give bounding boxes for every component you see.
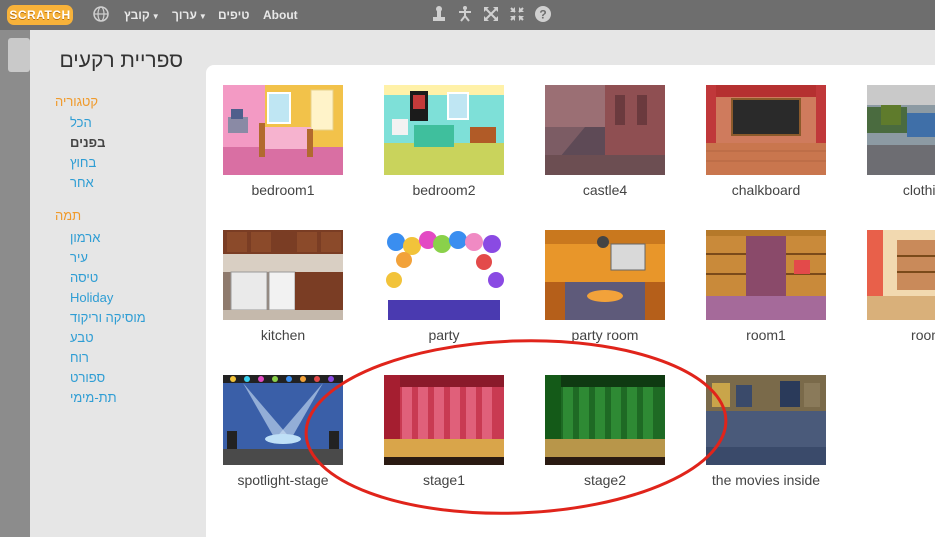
menu-edit[interactable]: ערוך ▼	[172, 8, 207, 22]
backdrop-thumbnail	[384, 230, 504, 320]
dialog-title: ספריית רקעים	[59, 49, 183, 72]
category-other[interactable]: אחר	[70, 175, 94, 190]
backdrop-label: chalkboard	[731, 182, 801, 198]
backdrop-thumbnail	[384, 375, 504, 465]
backdrop-tile-party[interactable]: party	[384, 230, 504, 350]
menu-file[interactable]: קובץ ▼	[124, 8, 160, 22]
chevron-down-icon: ▼	[151, 12, 160, 21]
theme-nature[interactable]: טבע	[70, 330, 94, 345]
backdrop-thumbnail	[545, 375, 665, 465]
backdrop-label: kitchen	[260, 327, 306, 343]
backdrop-thumbnail	[867, 85, 935, 175]
theme-music-and-dance[interactable]: מוסיקה וריקוד	[70, 310, 146, 325]
theme-flying[interactable]: טיסה	[70, 270, 98, 285]
theme-holiday[interactable]: Holiday	[70, 290, 113, 305]
theme-heading: תמה	[55, 208, 82, 223]
backdrop-tile-room1[interactable]: room1	[706, 230, 826, 350]
backdrop-tile-party-room[interactable]: party room	[545, 230, 665, 350]
backdrop-tile-castle4[interactable]: castle4	[545, 85, 665, 205]
backdrop-thumbnail	[706, 230, 826, 320]
backdrop-thumbnail	[706, 85, 826, 175]
backdrop-label: room1	[746, 327, 786, 343]
backdrop-label: bedroom2	[412, 182, 476, 198]
stage-thumbnail	[8, 38, 30, 72]
theme-space[interactable]: רוח	[70, 350, 89, 365]
grow-icon[interactable]	[482, 5, 500, 28]
help-icon[interactable]: ?	[534, 5, 552, 28]
category-indoors[interactable]: בפנים	[70, 135, 105, 150]
chevron-down-icon: ▼	[198, 12, 207, 21]
duplicate-stamp-icon[interactable]	[430, 5, 448, 28]
scratch-logo[interactable]: SCRATCH	[7, 5, 73, 25]
backdrop-tile-bedroom2[interactable]: bedroom2	[384, 85, 504, 205]
theme-castle[interactable]: ארמון	[70, 230, 100, 245]
background-editor-panel	[0, 30, 30, 537]
backdrop-label: stage2	[583, 472, 627, 488]
backdrop-label: party room	[571, 327, 639, 343]
backdrop-grid: bedroom1 bedroom2 castle4 chalkboard clo…	[206, 65, 935, 537]
backdrop-tile-spotlight-stage[interactable]: spotlight-stage	[223, 375, 343, 495]
backdrop-tile-chalkboard[interactable]: chalkboard	[706, 85, 826, 205]
backdrop-library-dialog: ספריית רקעים קטגוריה הכל בפנים בחוץ אחר …	[30, 30, 935, 537]
cut-icon[interactable]	[456, 5, 474, 28]
menu-bar: SCRATCH קובץ ▼ ערוך ▼ טיפים About ?	[0, 0, 935, 30]
theme-sports[interactable]: ספורט	[70, 370, 105, 385]
backdrop-thumbnail	[706, 375, 826, 465]
backdrop-label: stage1	[422, 472, 466, 488]
backdrop-label: party	[428, 327, 460, 343]
backdrop-tile-stage2[interactable]: stage2	[545, 375, 665, 495]
backdrop-label: spotlight-stage	[237, 472, 329, 488]
menu-about[interactable]: About	[263, 8, 298, 22]
backdrop-label: castle4	[582, 182, 628, 198]
theme-underwater[interactable]: תת-מימי	[70, 390, 117, 405]
category-all[interactable]: הכל	[70, 115, 92, 130]
theme-city[interactable]: עיר	[70, 250, 88, 265]
backdrop-label: room	[911, 327, 935, 343]
backdrop-tile-stage1[interactable]: stage1	[384, 375, 504, 495]
svg-text:?: ?	[539, 8, 546, 22]
backdrop-label: clothing	[902, 182, 935, 198]
shrink-icon[interactable]	[508, 5, 526, 28]
backdrop-tile-bedroom1[interactable]: bedroom1	[223, 85, 343, 205]
backdrop-thumbnail	[223, 375, 343, 465]
backdrop-label: the movies inside	[711, 472, 821, 488]
backdrop-label: bedroom1	[251, 182, 315, 198]
category-outdoors[interactable]: בחוץ	[70, 155, 96, 170]
backdrop-thumbnail	[223, 85, 343, 175]
backdrop-tile-kitchen[interactable]: kitchen	[223, 230, 343, 350]
menu-tips[interactable]: טיפים	[218, 8, 249, 22]
backdrop-tile-clothing[interactable]: clothing	[867, 85, 935, 205]
backdrop-thumbnail	[223, 230, 343, 320]
backdrop-thumbnail	[545, 85, 665, 175]
globe-icon[interactable]	[92, 5, 110, 28]
backdrop-tile-the-movies-inside[interactable]: the movies inside	[706, 375, 826, 495]
category-heading: קטגוריה	[55, 94, 99, 109]
backdrop-thumbnail	[867, 230, 935, 320]
backdrop-thumbnail	[545, 230, 665, 320]
backdrop-thumbnail	[384, 85, 504, 175]
backdrop-tile-room[interactable]: room	[867, 230, 935, 350]
